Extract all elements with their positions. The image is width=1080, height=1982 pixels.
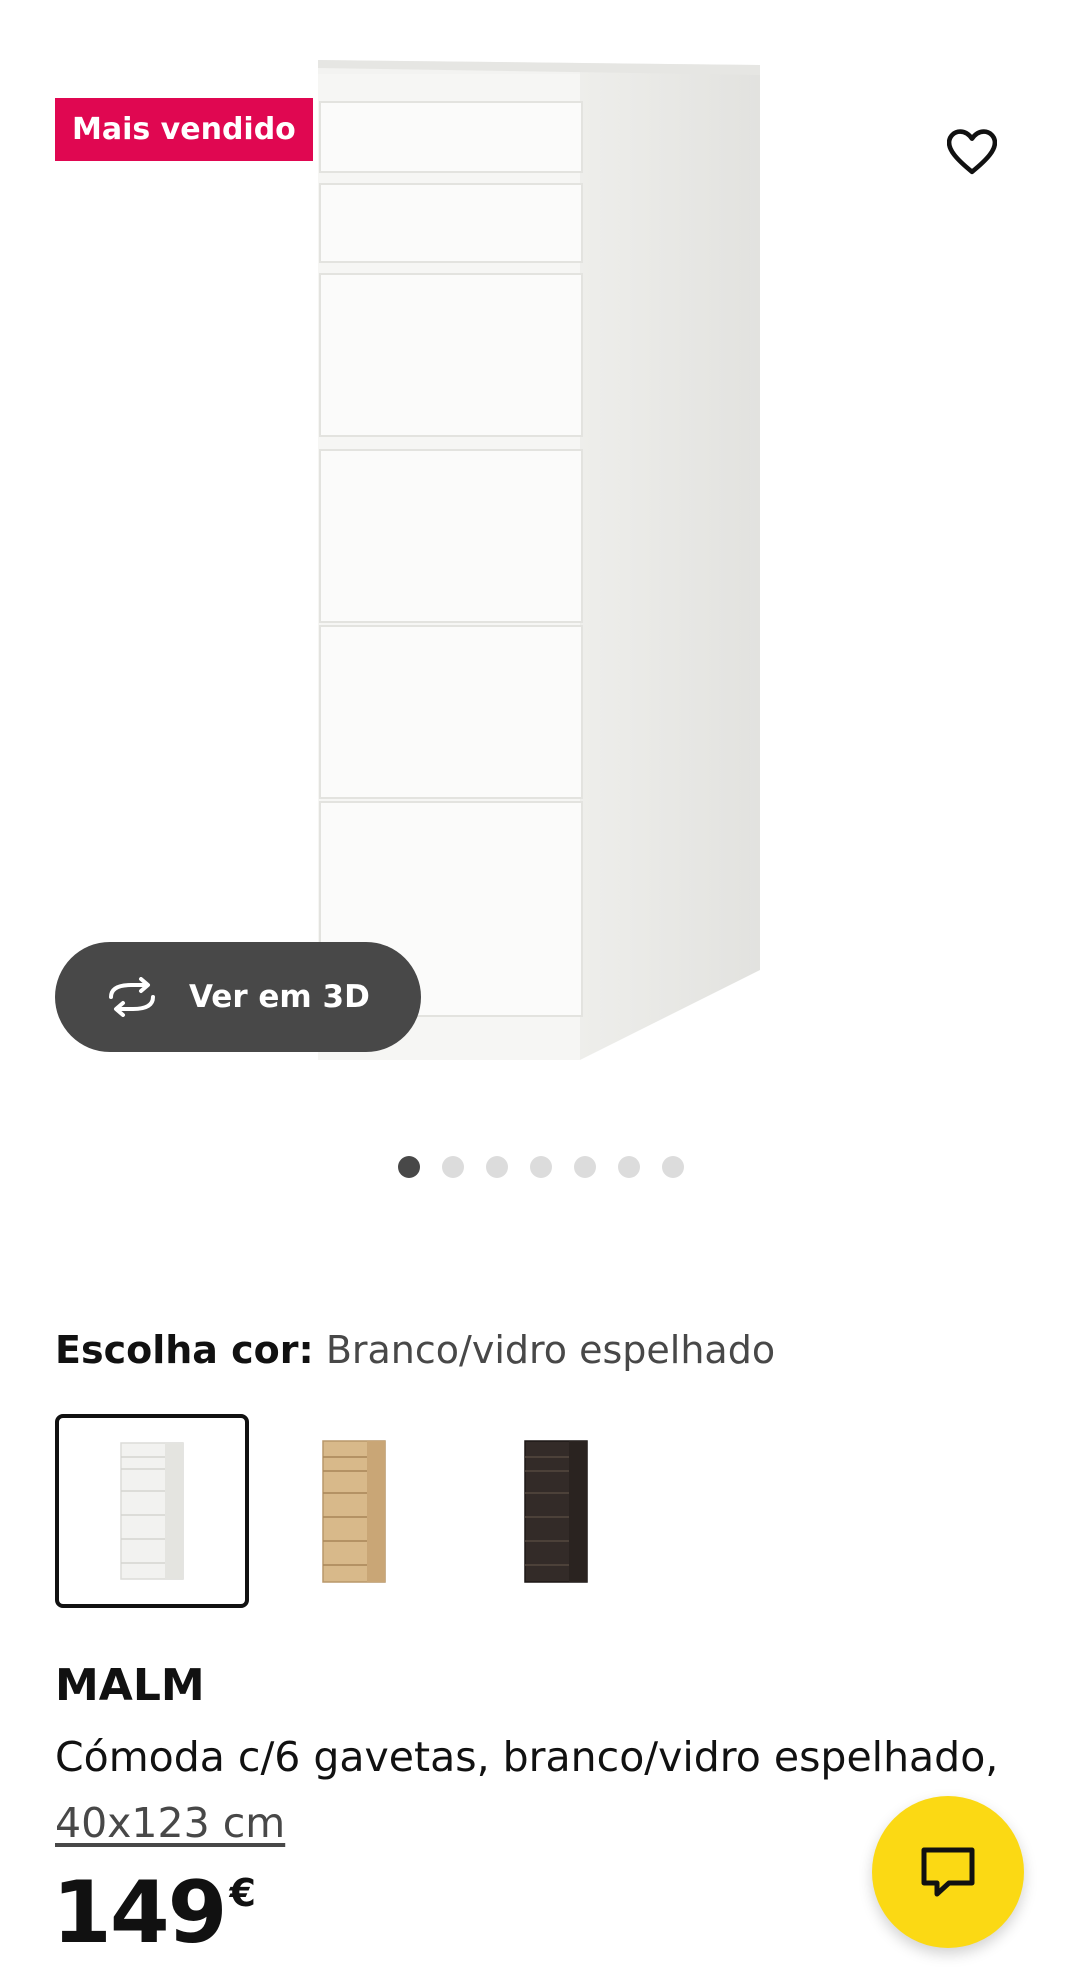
gallery-pagination[interactable] — [398, 1156, 684, 1178]
price-integer: 149 — [52, 1863, 228, 1963]
chat-icon — [921, 1847, 975, 1897]
product-size-link[interactable]: 40x123 cm — [55, 1799, 285, 1847]
pagination-dot-4[interactable] — [530, 1156, 552, 1178]
product-price: 149 € — [52, 1870, 256, 1956]
product-gallery[interactable]: Mais vendido Ver em 3D — [0, 0, 1080, 1090]
swatch-white-mirror[interactable] — [55, 1414, 249, 1608]
product-image[interactable] — [310, 60, 770, 1060]
dresser-oak-thumbnail — [322, 1439, 386, 1583]
price-currency: € — [229, 1871, 256, 1915]
dresser-black-brown-thumbnail — [524, 1439, 588, 1583]
favorite-button[interactable] — [942, 122, 1002, 182]
heart-icon — [947, 129, 997, 175]
product-description: Cómoda c/6 gavetas, branco/vidro espelha… — [55, 1724, 1005, 1856]
dresser-white-thumbnail — [120, 1442, 184, 1580]
view-in-3d-button[interactable]: Ver em 3D — [55, 942, 421, 1052]
product-name: MALM — [55, 1660, 205, 1711]
pagination-dot-1[interactable] — [398, 1156, 420, 1178]
view-in-3d-label: Ver em 3D — [189, 979, 370, 1015]
pagination-dot-3[interactable] — [486, 1156, 508, 1178]
color-selector-label: Escolha cor: Branco/vidro espelhado — [55, 1328, 775, 1372]
color-swatches — [55, 1414, 653, 1608]
best-seller-badge: Mais vendido — [55, 98, 313, 161]
chat-button[interactable] — [872, 1796, 1024, 1948]
pagination-dot-6[interactable] — [618, 1156, 640, 1178]
rotate-3d-icon — [109, 977, 155, 1017]
pagination-dot-7[interactable] — [662, 1156, 684, 1178]
product-description-text: Cómoda c/6 gavetas, branco/vidro espelha… — [55, 1733, 999, 1781]
swatch-black-brown[interactable] — [459, 1414, 653, 1608]
swatch-oak-veneer[interactable] — [257, 1414, 451, 1608]
color-label: Escolha cor: — [55, 1328, 314, 1372]
pagination-dot-5[interactable] — [574, 1156, 596, 1178]
selected-color-value: Branco/vidro espelhado — [325, 1328, 776, 1372]
pagination-dot-2[interactable] — [442, 1156, 464, 1178]
